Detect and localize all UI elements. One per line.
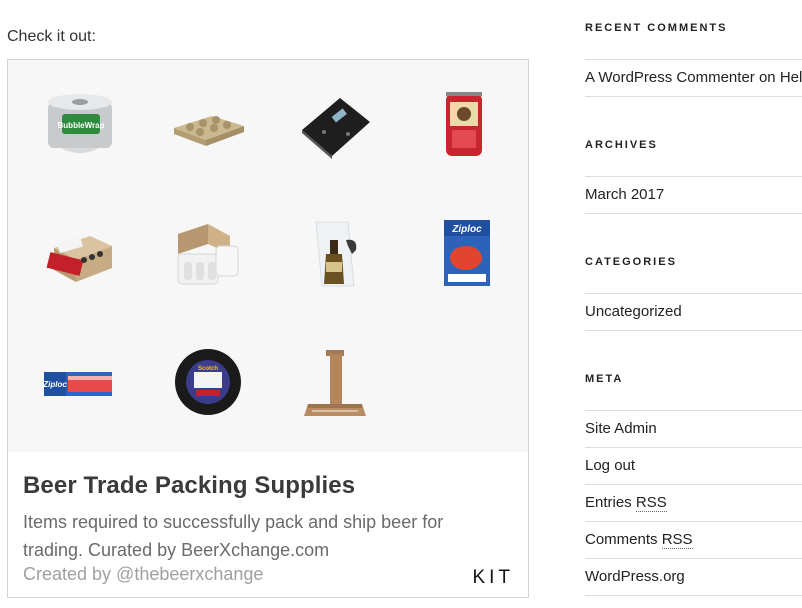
comment-author-link[interactable]: A WordPress Commenter [585, 69, 755, 86]
sidebar: RECENT COMMENTS A WordPress Commenter on… [585, 0, 802, 608]
recent-comments-list: A WordPress Commenter on Hello world! [585, 59, 802, 97]
wordpress-org-link[interactable]: WordPress.org [585, 568, 685, 585]
entries-label: Entries [585, 494, 636, 511]
categories-heading: CATEGORIES [585, 256, 677, 268]
pulp-bottle-tray-icon[interactable] [168, 86, 248, 166]
comments-label: Comments [585, 531, 662, 548]
meta-item: Log out [585, 447, 802, 484]
category-item: Uncategorized [585, 293, 802, 331]
log-out-link[interactable]: Log out [585, 457, 635, 474]
kit-embed-card[interactable]: BubbleWrap Ziploc Ziploc Scotch Beer Tra… [7, 59, 529, 598]
ziploc-bags-icon[interactable]: Ziploc [40, 342, 120, 422]
category-link-uncategorized[interactable]: Uncategorized [585, 303, 682, 320]
svg-text:Ziploc: Ziploc [42, 380, 67, 389]
meta-list: Site Admin Log out Entries RSS Comments … [585, 410, 802, 596]
archive-item: March 2017 [585, 176, 802, 214]
bottle-shipping-box-icon[interactable] [40, 214, 120, 294]
entries-rss-link[interactable]: Entries RSS [585, 494, 667, 512]
comment-post-link[interactable]: Hello world! [780, 69, 802, 86]
categories-list: Uncategorized [585, 293, 802, 331]
digital-scale-icon[interactable] [296, 86, 376, 166]
comments-rss-link[interactable]: Comments RSS [585, 531, 693, 549]
kit-logo[interactable]: KIT [472, 567, 514, 589]
kit-description: Items required to successfully pack and … [23, 512, 444, 560]
svg-text:BubbleWrap: BubbleWrap [58, 121, 105, 130]
recent-comment-item: A WordPress Commenter on Hello world! [585, 59, 802, 97]
comments-rss-abbr: RSS [661, 531, 693, 549]
archives-list: March 2017 [585, 176, 802, 214]
foam-shipper-box-icon[interactable] [168, 214, 248, 294]
svg-text:Ziploc: Ziploc [451, 224, 482, 235]
kit-title[interactable]: Beer Trade Packing Supplies [23, 472, 355, 500]
archive-link-march-2017[interactable]: March 2017 [585, 186, 664, 203]
kit-creator[interactable]: Created by @thebeerxchange [23, 564, 263, 585]
comment-joiner: on [754, 69, 780, 86]
site-admin-link[interactable]: Site Admin [585, 420, 657, 437]
meta-item: Site Admin [585, 410, 802, 447]
kit-info: Beer Trade Packing Supplies Items requir… [8, 452, 528, 597]
bubble-wrap-roll-icon[interactable]: BubbleWrap [40, 86, 120, 166]
kit-product-grid: BubbleWrap Ziploc Ziploc Scotch [8, 60, 528, 452]
post-intro-text: Check it out: [7, 28, 96, 45]
archives-heading: ARCHIVES [585, 139, 658, 151]
ziploc-box-icon[interactable]: Ziploc [424, 214, 504, 294]
meta-item: Entries RSS [585, 484, 802, 521]
entries-rss-abbr: RSS [635, 494, 667, 512]
electrical-tape-icon[interactable]: Scotch [168, 342, 248, 422]
meta-item: Comments RSS [585, 521, 802, 558]
cardboard-divider-icon[interactable] [296, 342, 376, 422]
recent-comments-heading: RECENT COMMENTS [585, 22, 728, 34]
bottle-bag-icon[interactable] [296, 214, 376, 294]
meta-item: WordPress.org [585, 558, 802, 596]
svg-text:Scotch: Scotch [198, 366, 218, 372]
meta-heading: META [585, 373, 624, 385]
tape-dispenser-icon[interactable] [424, 86, 504, 166]
